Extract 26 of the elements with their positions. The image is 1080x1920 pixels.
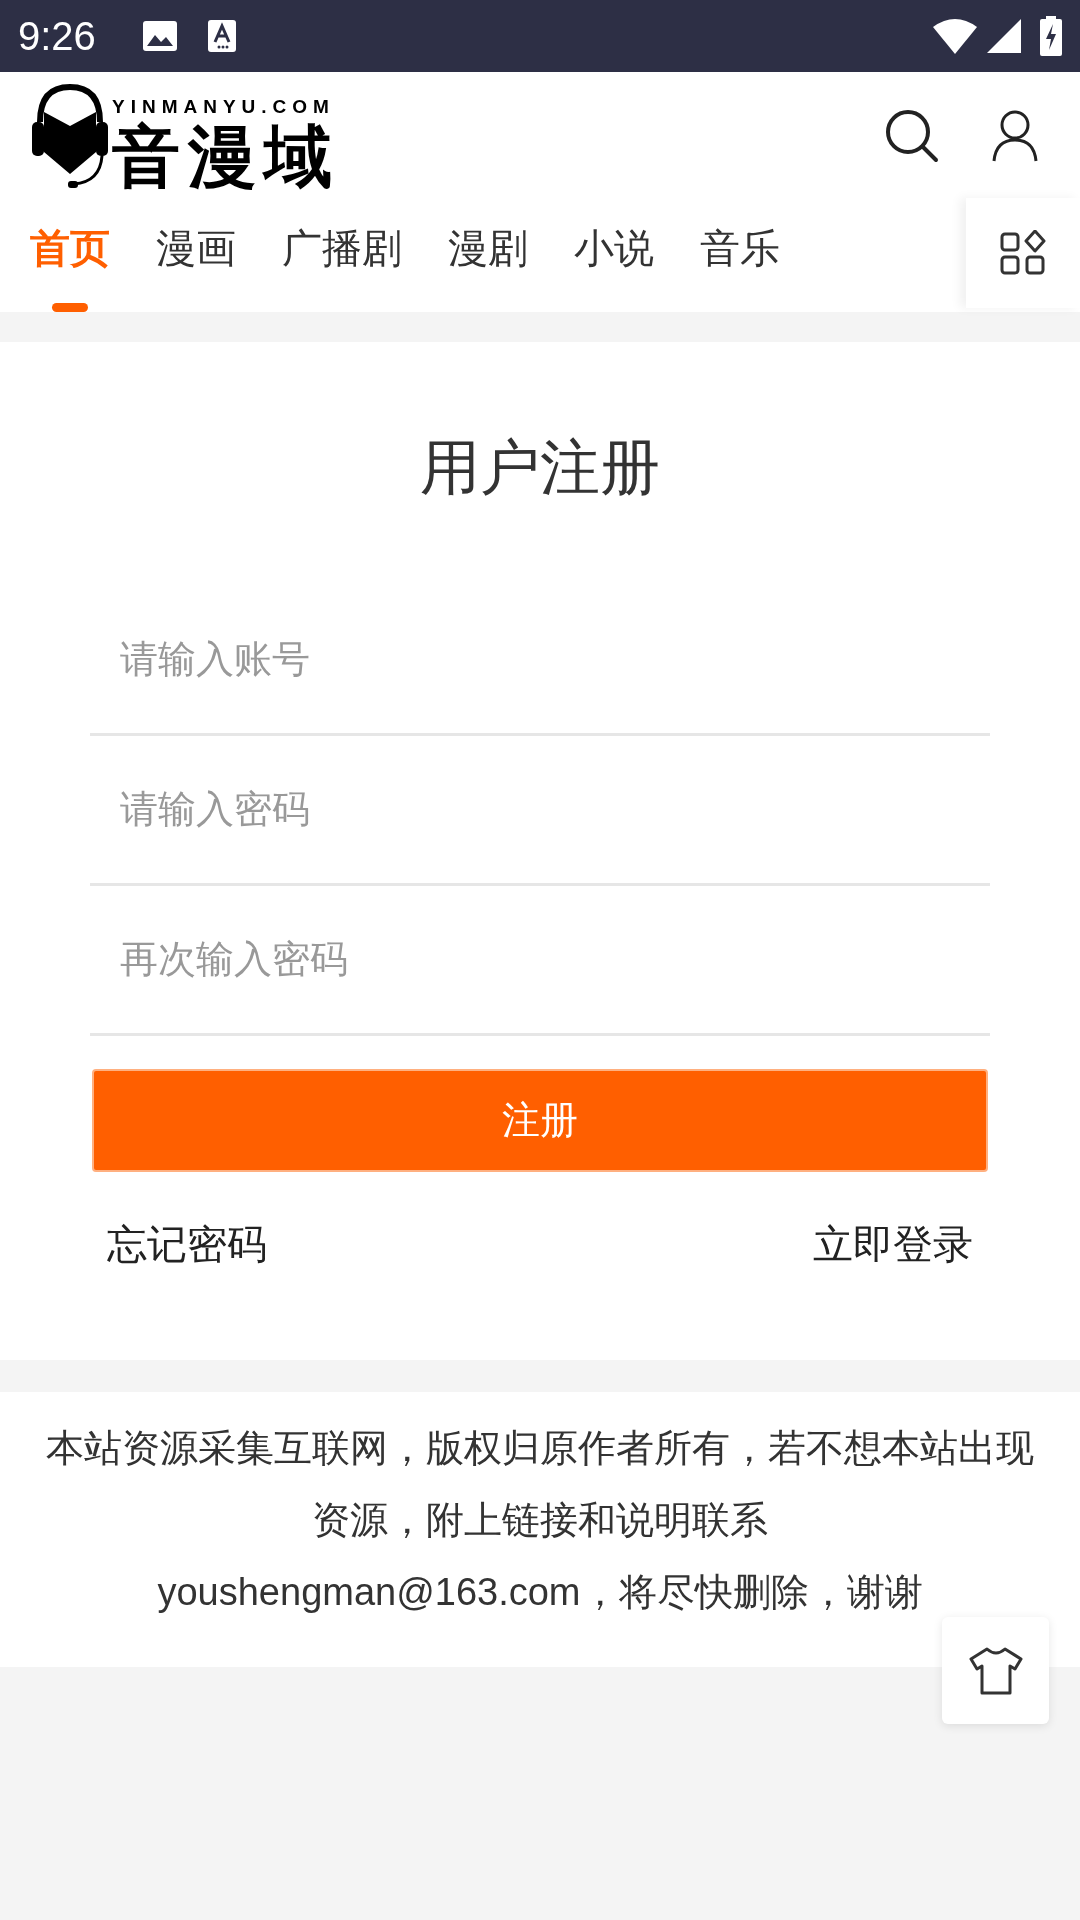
logo-name: 音漫域 — [112, 122, 340, 190]
logo-domain: YINMANYU.COM — [112, 97, 336, 116]
login-link[interactable]: 立即登录 — [813, 1214, 973, 1274]
t-shirt-icon — [968, 1646, 1023, 1695]
nav-tab[interactable]: 广播剧 — [282, 220, 402, 312]
nav-tab[interactable]: 音乐 — [700, 220, 780, 312]
image-icon — [141, 20, 178, 52]
nav-tab[interactable]: 小说 — [574, 220, 654, 312]
headphone-shield-icon — [30, 82, 110, 190]
logo[interactable]: YINMANYU.COM 音漫域 — [30, 82, 340, 190]
status-time: 9:26 — [18, 13, 96, 60]
disclaimer-text: youshengman@163.com，将尽快删除，谢谢 — [157, 1570, 923, 1615]
tab-indicator — [52, 303, 88, 312]
forgot-password-link[interactable]: 忘记密码 — [107, 1214, 267, 1274]
signal-icon — [986, 18, 1022, 54]
category-grid-button[interactable] — [966, 198, 1080, 308]
search-icon[interactable] — [884, 108, 940, 164]
user-icon[interactable] — [992, 110, 1038, 162]
nav-tab[interactable]: 漫画 — [156, 220, 236, 312]
font-icon — [207, 20, 236, 52]
nav-tab[interactable]: 漫剧 — [448, 220, 528, 312]
wifi-icon — [932, 18, 978, 54]
back-to-top-button[interactable] — [942, 1617, 1049, 1724]
page-title: 用户注册 — [420, 438, 660, 498]
battery-icon — [1040, 16, 1062, 56]
grid-icon — [1000, 230, 1046, 276]
